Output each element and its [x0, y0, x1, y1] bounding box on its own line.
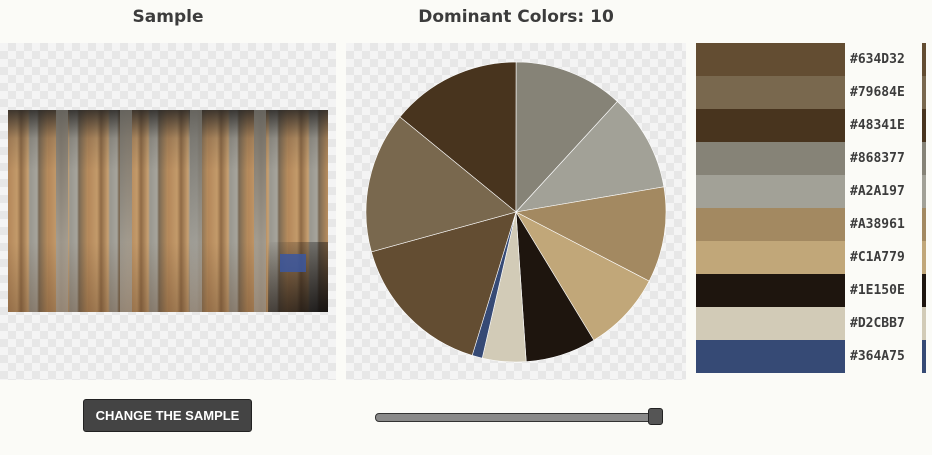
color-edge-strip [922, 340, 926, 373]
color-swatch[interactable] [696, 175, 845, 208]
color-edge-strip [922, 274, 926, 307]
palette-row[interactable]: #634D32 [696, 43, 932, 76]
color-swatch[interactable] [696, 208, 845, 241]
color-swatch[interactable] [696, 274, 845, 307]
hex-code-label: #A38961 [850, 217, 905, 232]
color-edge-strip [922, 109, 926, 142]
color-edge-strip [922, 142, 926, 175]
hex-code-label: #D2CBB7 [850, 316, 905, 331]
color-swatch[interactable] [696, 76, 845, 109]
warehouse-photo [8, 110, 328, 312]
color-swatch[interactable] [696, 241, 845, 274]
slider-track[interactable] [375, 413, 660, 422]
color-swatch[interactable] [696, 307, 845, 340]
hex-code-label: #1E150E [850, 283, 905, 298]
palette-row[interactable]: #364A75 [696, 340, 932, 373]
color-swatch[interactable] [696, 340, 845, 373]
color-swatch[interactable] [696, 109, 845, 142]
color-edge-strip [922, 307, 926, 340]
hex-code-label: #A2A197 [850, 184, 905, 199]
dominant-colors-heading: Dominant Colors: 10 [418, 7, 614, 27]
palette-row[interactable]: #79684E [696, 76, 932, 109]
sample-panel [0, 43, 336, 380]
palette-row[interactable]: #1E150E [696, 274, 932, 307]
color-count-slider[interactable] [375, 408, 665, 426]
sample-heading: Sample [132, 7, 204, 27]
palette-row[interactable]: #D2CBB7 [696, 307, 932, 340]
hex-code-label: #48341E [850, 118, 905, 133]
color-swatch[interactable] [696, 43, 845, 76]
dominant-colors-pie-chart [365, 61, 667, 363]
change-sample-button[interactable]: CHANGE THE SAMPLE [83, 399, 252, 432]
color-edge-strip [922, 241, 926, 274]
palette-row[interactable]: #868377 [696, 142, 932, 175]
pie-chart-panel [346, 43, 686, 380]
hex-code-label: #79684E [850, 85, 905, 100]
color-edge-strip [922, 208, 926, 241]
hex-code-label: #634D32 [850, 52, 905, 67]
palette-row[interactable]: #A38961 [696, 208, 932, 241]
color-swatch[interactable] [696, 142, 845, 175]
color-edge-strip [922, 175, 926, 208]
slider-thumb[interactable] [648, 408, 663, 425]
hex-code-label: #C1A779 [850, 250, 905, 265]
palette-row[interactable]: #48341E [696, 109, 932, 142]
palette-row[interactable]: #A2A197 [696, 175, 932, 208]
palette-list: #634D32 #79684E #48341E #868377 #A2A197 #A389… [696, 43, 932, 373]
color-edge-strip [922, 76, 926, 109]
hex-code-label: #364A75 [850, 349, 905, 364]
color-edge-strip [922, 43, 926, 76]
hex-code-label: #868377 [850, 151, 905, 166]
palette-row[interactable]: #C1A779 [696, 241, 932, 274]
